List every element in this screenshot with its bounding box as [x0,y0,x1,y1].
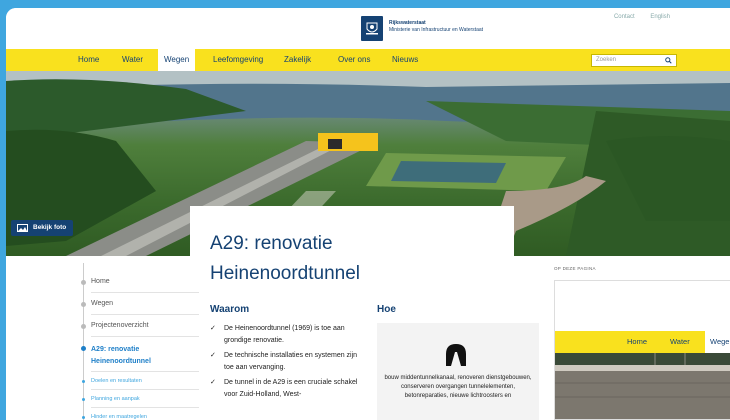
bullet-icon [82,398,85,401]
divider [91,389,199,390]
page-preview-panel[interactable]: Home Water Wege [554,280,730,420]
list-item-text: De Heinenoordtunnel (1969) is toe aan gr… [224,325,345,344]
sidebar-item-label: Planning en aanpak [91,396,140,402]
search-placeholder: Zoeken [596,57,617,63]
top-bar: Rijkswaterstaat Ministerie van Infrastru… [6,8,730,49]
divider [91,371,199,372]
on-this-page-label: OP DEZE PAGINA [554,266,596,271]
list-item-text: De technische installaties en systemen z… [224,352,358,371]
preview-header [555,281,730,331]
sidebar-item-label: Doelen en resultaten [91,378,142,384]
sidebar-line [83,263,84,420]
why-heading: Waarom [210,304,250,315]
photo-icon [17,224,28,232]
checkmark-icon: ✓ [210,352,216,359]
why-list: ✓ De Heinenoordtunnel (1969) is toe aan g… [210,323,365,404]
search-input[interactable]: Zoeken [591,54,677,67]
preview-image [555,353,730,419]
how-text: bouw middentunnelkanaal, renoveren diens… [384,375,532,399]
how-box: bouw middentunnelkanaal, renoveren diens… [377,323,539,420]
list-item: ✓ De tunnel in de A29 is een cruciale sch… [210,377,365,401]
bullet-icon [82,416,85,419]
coat-of-arms-icon [366,22,378,35]
nav-item-over-ons[interactable]: Over ons [332,49,376,71]
preview-nav-wegen[interactable]: Wege [705,331,730,354]
preview-nav-water[interactable]: Water [670,331,690,353]
sidebar-item-label: Hinder en maatregelen [91,414,147,420]
how-heading: Hoe [377,304,396,315]
tunnel-entrance-image [555,353,730,419]
divider [91,292,199,293]
nav-item-home[interactable]: Home [72,49,105,71]
search-icon[interactable] [665,57,672,64]
preview-nav: Home Water Wege [555,331,730,354]
nav-item-nieuws[interactable]: Nieuws [386,49,424,71]
rijkswaterstaat-logo[interactable] [361,16,383,41]
top-links: Contact English [600,14,670,20]
contact-link[interactable]: Contact [614,14,635,20]
nav-item-zakelijk[interactable]: Zakelijk [278,49,317,71]
nav-item-water[interactable]: Water [116,49,149,71]
english-link[interactable]: English [650,14,670,20]
checkmark-icon: ✓ [210,379,216,386]
org-name-line2: Ministerie van Infrastructuur en Waterst… [389,26,484,33]
checkmark-icon: ✓ [210,325,216,332]
sidebar-item-label: Projectenoverzicht [91,322,149,329]
bullet-icon [81,346,86,351]
list-item-text: De tunnel in de A29 is een cruciale scha… [224,379,358,398]
sidebar-item-label: Wegen [91,300,114,307]
page-title: A29: renovatie Heinenoordtunnel [210,233,361,284]
view-photo-label: Bekijk foto [33,224,67,231]
sidebar-item-label: A29: renovatie Heinenoordtunnel [91,346,151,365]
bullet-icon [81,324,86,329]
divider [91,314,199,315]
browser-frame: Rijkswaterstaat Ministerie van Infrastru… [6,8,730,420]
list-item: ✓ De Heinenoordtunnel (1969) is toe aan g… [210,323,365,347]
main-nav: Home Water Wegen Leefomgeving Zakelijk O… [6,49,730,72]
divider [91,336,199,337]
preview-nav-home[interactable]: Home [627,331,647,353]
organization-name: Rijkswaterstaat Ministerie van Infrastru… [389,20,483,33]
list-item: ✓ De technische installaties en systemen … [210,350,365,374]
bullet-icon [81,302,86,307]
content-card: A29: renovatie Heinenoordtunnel Waarom ✓… [190,206,539,420]
nav-item-wegen[interactable]: Wegen [158,49,196,72]
nav-item-leefomgeving[interactable]: Leefomgeving [207,49,269,71]
divider [91,407,199,408]
tunnel-icon [446,344,466,366]
view-photo-button[interactable]: Bekijk foto [11,220,74,236]
sidebar-item-label: Home [91,278,110,285]
bullet-icon [82,380,85,383]
bullet-icon [81,280,86,285]
